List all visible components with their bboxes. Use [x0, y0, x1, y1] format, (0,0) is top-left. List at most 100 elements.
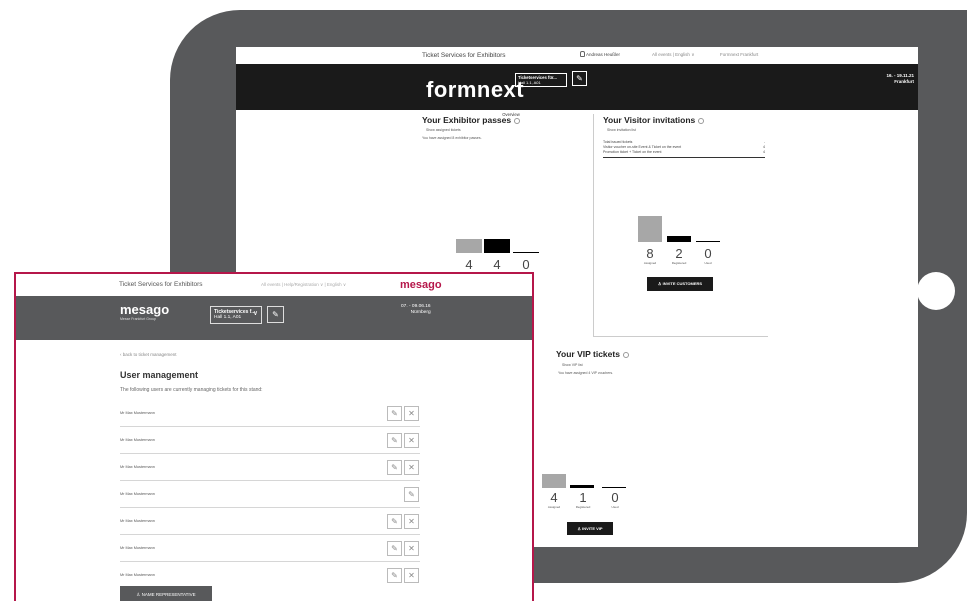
tablet-user-name[interactable]: Andreas Heußler: [586, 52, 620, 57]
vip-note: You have assigned 4 VIP vouchers.: [558, 371, 614, 375]
window-event-date: 07. - 09.06.16 Nürnberg: [401, 304, 431, 316]
exhibitor-bar-assigned: [456, 239, 482, 253]
summary-value: 4: [763, 150, 765, 154]
tablet-edit-button[interactable]: ✎: [572, 71, 587, 86]
user-row: Mr Max Mustermann ✎ ✕: [120, 400, 420, 427]
name-representative-button[interactable]: ♙ NAME REPRESENTATIVE: [120, 586, 212, 601]
vip-count-used: 0: [611, 490, 619, 505]
name-representative-label: NAME REPRESENTATIVE: [141, 592, 196, 597]
info-icon[interactable]: [698, 117, 705, 124]
remove-user-button[interactable]: ✕: [404, 514, 419, 529]
close-icon: ✕: [408, 517, 415, 526]
chevron-down-icon: ∨: [252, 310, 258, 317]
exhibitor-bar-registered: [484, 239, 510, 253]
edit-user-button[interactable]: ✎: [404, 487, 419, 502]
tab-exhibitor-passes[interactable]: Exhibitor passes: [540, 110, 598, 120]
close-icon: ✕: [408, 544, 415, 553]
visitor-title-text: Your Visitor invitations: [603, 115, 696, 125]
tablet-topbar: Ticket Services for Exhibitors Andreas H…: [236, 47, 918, 64]
vip-label-registered: Registered: [575, 505, 591, 509]
invite-vip-button[interactable]: ♙ INVITE VIP: [567, 522, 613, 535]
tab-assembly-pass[interactable]: Assembly/dismantling pass: [720, 110, 810, 120]
exhibitor-section-title: Your Exhibitor passes: [422, 115, 521, 125]
visitor-bar-used: [696, 241, 720, 242]
invite-customers-label: INVITE CUSTOMERS: [662, 281, 703, 286]
edit-user-button[interactable]: ✎: [387, 406, 402, 421]
mesago-logo: mesago: [120, 302, 170, 317]
selector-stand: Hall 1.1, A01: [214, 315, 242, 320]
window-app-title: Ticket Services for Exhibitors: [119, 281, 203, 288]
tablet-location[interactable]: Formnext Frankfurt: [720, 52, 758, 57]
user-row: Mr Max Mustermann ✎ ✕: [120, 535, 420, 562]
remove-user-button[interactable]: ✕: [404, 541, 419, 556]
info-icon[interactable]: [622, 351, 629, 358]
visitor-count-used: 0: [704, 246, 712, 261]
tablet-ticket-selector[interactable]: Ticketservices für... Hall 1.1, A01: [515, 73, 567, 87]
exhibitor-note: You have assigned 8 exhibitor passes.: [422, 136, 482, 140]
invite-customers-button[interactable]: ♙ INVITE CUSTOMERS: [647, 277, 713, 291]
exhibitor-count-registered: 4: [493, 257, 501, 272]
pencil-icon: ✎: [391, 571, 398, 580]
tablet-header: formnext Ticketservices für... Hall 1.1,…: [236, 64, 918, 120]
pencil-icon: ✎: [391, 517, 398, 526]
tablet-app-title: Ticket Services for Exhibitors: [422, 52, 506, 59]
show-assigned-link[interactable]: Show assigned tickets: [426, 128, 461, 132]
tablet-top-links[interactable]: All events | English ∨: [652, 52, 694, 58]
mesago-brand-logo: mesago: [400, 279, 442, 291]
user-name: Mr Max Mustermann: [120, 546, 155, 550]
window-top-links[interactable]: All events | Help/Registration ∨ | Engli…: [261, 282, 346, 288]
pencil-icon: ✎: [408, 490, 415, 499]
user-row: Mr Max Mustermann ✎ ✕: [120, 562, 420, 589]
back-to-ticket-management-link[interactable]: ‹ back to ticket management: [120, 352, 177, 357]
remove-user-button[interactable]: ✕: [404, 460, 419, 475]
visitor-label-registered: Registered: [671, 261, 687, 265]
exhibitor-title-text: Your Exhibitor passes: [422, 115, 512, 125]
close-icon: ✕: [408, 463, 415, 472]
vip-bar-assigned: [542, 474, 566, 488]
pencil-icon: ✎: [391, 544, 398, 553]
pencil-icon: ✎: [272, 310, 279, 319]
ticket-selector-stand: Hall 1.1, A01: [518, 80, 541, 85]
user-row: Mr Max Mustermann ✎ ✕: [120, 508, 420, 535]
window-header: mesago Messe Frankfurt Group Ticketservi…: [16, 296, 532, 340]
edit-user-button[interactable]: ✎: [387, 568, 402, 583]
user-name: Mr Max Mustermann: [120, 492, 155, 496]
window-edit-button[interactable]: ✎: [267, 306, 284, 323]
user-row: Mr Max Mustermann ✎ ✕: [120, 454, 420, 481]
visitor-bar-registered: [667, 236, 691, 242]
vip-title-text: Your VIP tickets: [556, 349, 620, 359]
window-ticket-selector[interactable]: Ticketservices f... Hall 1.1, A01 ∨: [210, 306, 262, 324]
visitor-label-used: Used: [704, 261, 712, 265]
edit-user-button[interactable]: ✎: [387, 541, 402, 556]
remove-user-button[interactable]: ✕: [404, 433, 419, 448]
visitor-bar-assigned: [638, 216, 662, 242]
pencil-icon: ✎: [576, 74, 583, 83]
event-city: Frankfurt: [894, 79, 914, 84]
visitor-label-assigned: Assigned: [643, 261, 657, 265]
show-invitation-link[interactable]: Show invitation list: [607, 128, 636, 132]
show-vip-link[interactable]: Show VIP list: [562, 363, 583, 367]
formnext-logo: formnext: [426, 77, 525, 102]
visitor-count-assigned: 8: [646, 246, 654, 261]
section-divider: [593, 336, 768, 337]
user-name: Mr Max Mustermann: [120, 573, 155, 577]
exhibitor-count-used: 0: [522, 257, 530, 272]
vip-bar-used: [602, 487, 626, 488]
user-icon: [580, 51, 585, 57]
tablet-home-button: [917, 272, 955, 310]
visitor-summary: Total issued tickets - Visitor voucher on…: [603, 140, 765, 158]
remove-user-button[interactable]: ✕: [404, 406, 419, 421]
user-list: Mr Max Mustermann ✎ ✕ Mr Max Mustermann …: [120, 400, 420, 589]
info-icon[interactable]: [514, 117, 521, 124]
summary-rule: [603, 157, 765, 158]
user-management-window: Ticket Services for Exhibitors All event…: [14, 272, 534, 601]
edit-user-button[interactable]: ✎: [387, 514, 402, 529]
edit-user-button[interactable]: ✎: [387, 433, 402, 448]
remove-user-button[interactable]: ✕: [404, 568, 419, 583]
exhibitor-count-assigned: 4: [465, 257, 473, 272]
user-row: Mr Max Mustermann ✎ ✕: [120, 427, 420, 454]
edit-user-button[interactable]: ✎: [387, 460, 402, 475]
pencil-icon: ✎: [391, 463, 398, 472]
vip-bar-registered: [570, 485, 594, 488]
pencil-icon: ✎: [391, 436, 398, 445]
